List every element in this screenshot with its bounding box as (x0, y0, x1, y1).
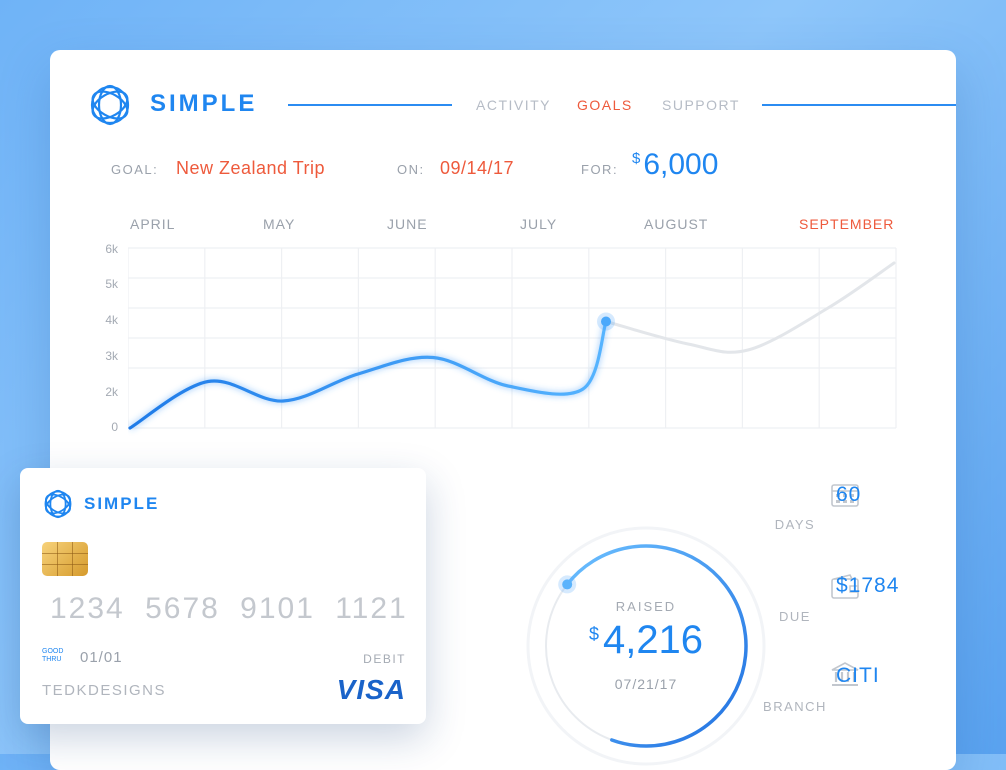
stat-label-days: DAYS (774, 517, 816, 532)
raised-label: RAISED (615, 599, 677, 614)
stat-value-branch: CITI (836, 664, 880, 687)
month-label: JULY (520, 216, 558, 232)
card-chip-icon (42, 542, 88, 576)
y-tick-label: 5k (105, 277, 118, 291)
simple-logo-icon (90, 84, 130, 126)
card-holder: TEDKDESIGNS (42, 682, 167, 699)
card-number: 1234 5678 9101 1121 (50, 592, 408, 625)
brand-name: SIMPLE (150, 90, 258, 117)
savings-line-chart (128, 247, 897, 431)
card-brand: SIMPLE (84, 494, 160, 513)
good-thru-label: GOOD THRU (42, 648, 64, 663)
ring-start-point (562, 579, 573, 590)
goal-label: GOAL: (111, 162, 159, 177)
date-label: ON: (397, 162, 425, 177)
debit-card[interactable]: SIMPLE 1234 5678 9101 1121 GOOD THRU 01/0… (20, 468, 426, 724)
y-tick-label: 2k (105, 385, 118, 399)
simple-logo-icon (44, 489, 72, 519)
current-point (601, 316, 611, 327)
month-label: APRIL (130, 216, 176, 232)
y-tick-label: 0 (111, 420, 118, 434)
target-label: FOR: (581, 162, 619, 177)
stat-label-branch: BRANCH (763, 699, 827, 714)
nav-activity[interactable]: ACTIVITY (476, 97, 551, 113)
month-label: AUGUST (644, 216, 709, 232)
y-tick-label: 3k (105, 349, 118, 363)
card-expiry: 01/01 (80, 649, 123, 666)
date-value[interactable]: 09/14/17 (440, 158, 514, 179)
y-tick-label: 6k (105, 242, 118, 256)
target-amount[interactable]: $6,000 (632, 148, 718, 182)
raised-amount: $4,216 (588, 618, 704, 662)
raised-date: 07/21/17 (614, 676, 678, 692)
nav-support[interactable]: SUPPORT (662, 97, 740, 113)
header-divider-left (288, 104, 452, 106)
month-label: JUNE (387, 216, 428, 232)
stat-label-due: DUE (779, 609, 811, 624)
month-label: MAY (263, 216, 296, 232)
goal-value[interactable]: New Zealand Trip (176, 158, 325, 179)
nav-goals[interactable]: GOALS (577, 97, 633, 113)
y-tick-label: 4k (105, 313, 118, 327)
card-type: DEBIT (363, 652, 406, 666)
stat-value-days: 60 (836, 483, 862, 506)
header-divider-right (762, 104, 956, 106)
month-label-selected[interactable]: SEPTEMBER (799, 216, 894, 232)
visa-logo: VISA (336, 674, 406, 705)
stat-value-due: $1784 (836, 574, 900, 597)
